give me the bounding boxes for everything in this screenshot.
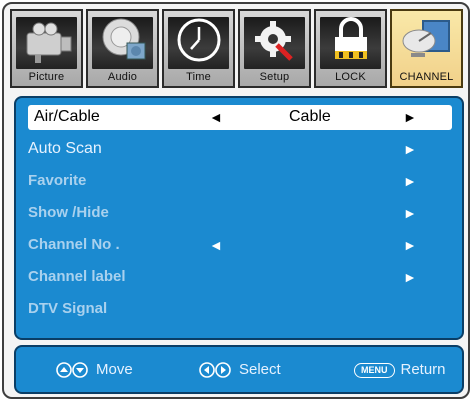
- menu-row-channel-label[interactable]: Channel label ►: [28, 265, 452, 290]
- tab-label: Audio: [107, 71, 138, 83]
- right-arrow-icon[interactable]: ►: [403, 141, 417, 157]
- menu-row-auto-scan[interactable]: Auto Scan ►: [28, 137, 452, 162]
- select-label: Select: [239, 361, 281, 378]
- menu-key-icon: MENU: [354, 362, 395, 378]
- return-label: Return: [400, 361, 446, 378]
- up-down-buttons-icon: [56, 362, 88, 378]
- tab-label: Time: [186, 71, 211, 83]
- right-arrow-icon[interactable]: ►: [403, 237, 417, 253]
- menu-row-dtv-signal[interactable]: DTV Signal: [28, 297, 452, 322]
- tab-picture[interactable]: Picture: [10, 9, 83, 88]
- menu-tab-bar: Picture Audio Time Setup LOCK CHANNEL: [10, 9, 466, 90]
- right-arrow-icon[interactable]: ►: [403, 173, 417, 189]
- left-arrow-icon[interactable]: ◄: [209, 237, 223, 253]
- menu-row-label: Channel label: [28, 268, 126, 285]
- tab-channel[interactable]: CHANNEL: [390, 9, 463, 88]
- left-right-buttons-icon: [199, 362, 231, 378]
- menu-row-label: Channel No .: [28, 236, 120, 253]
- right-arrow-icon[interactable]: ►: [403, 269, 417, 285]
- return-hint: MENU Return: [354, 361, 446, 378]
- menu-row-favorite[interactable]: Favorite ►: [28, 169, 452, 194]
- tab-label: LOCK: [335, 71, 366, 83]
- menu-row-show-hide[interactable]: Show /Hide ►: [28, 201, 452, 226]
- tab-label: CHANNEL: [399, 71, 454, 83]
- navigation-hint-bar: Move Select MENU Return: [14, 345, 464, 394]
- air-cable-value: Cable: [289, 108, 331, 125]
- right-arrow-icon[interactable]: ►: [403, 205, 417, 221]
- tab-lock[interactable]: LOCK: [314, 9, 387, 88]
- select-hint: Select: [199, 361, 281, 378]
- clock-icon: [177, 18, 220, 62]
- tab-label: Setup: [259, 71, 290, 83]
- menu-row-label: Auto Scan: [28, 140, 102, 157]
- menu-row-label: Air/Cable: [34, 108, 100, 125]
- satellite-dish-icon: [402, 20, 450, 57]
- osd-menu-frame: Picture Audio Time Setup LOCK CHANNEL Ai…: [2, 2, 470, 399]
- left-arrow-icon[interactable]: ◄: [209, 109, 223, 125]
- camera-icon: [26, 22, 71, 63]
- menu-row-label: DTV Signal: [28, 300, 108, 317]
- tab-setup[interactable]: Setup: [238, 9, 311, 88]
- menu-row-channel-no[interactable]: Channel No . ◄ ►: [28, 233, 452, 258]
- channel-menu-panel: Air/Cable ◄ Cable ► Auto Scan ► Favorite…: [14, 96, 464, 340]
- tab-time[interactable]: Time: [162, 9, 235, 88]
- move-hint: Move: [56, 361, 133, 378]
- menu-row-label: Show /Hide: [28, 204, 109, 221]
- move-label: Move: [96, 361, 133, 378]
- menu-row-label: Favorite: [28, 172, 87, 189]
- tab-audio[interactable]: Audio: [86, 9, 159, 88]
- tab-label: Picture: [28, 71, 65, 83]
- speaker-icon: [102, 18, 145, 60]
- gear-wrench-icon: [254, 21, 293, 61]
- right-arrow-icon[interactable]: ►: [403, 109, 417, 125]
- padlock-icon: [334, 17, 367, 59]
- menu-row-air-cable[interactable]: Air/Cable ◄ Cable ►: [28, 105, 452, 130]
